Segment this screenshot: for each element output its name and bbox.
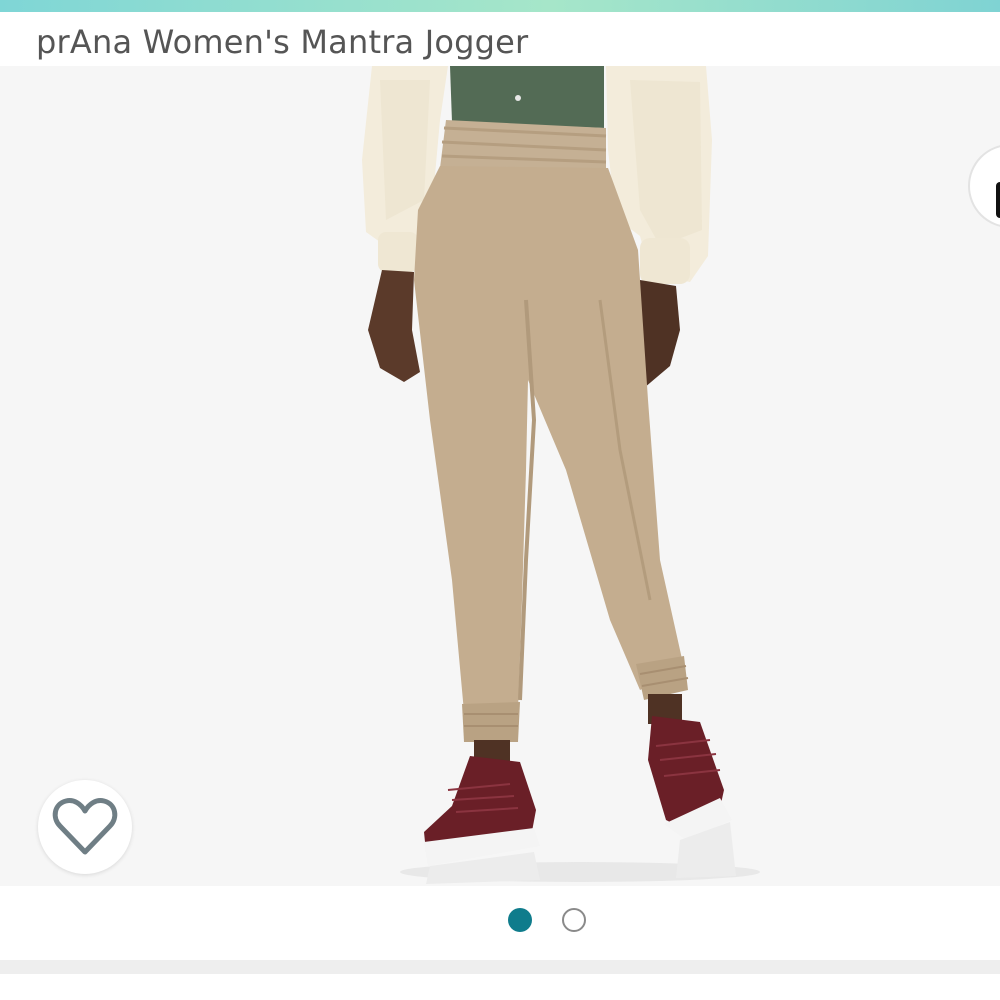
top-accent-bar [0, 0, 1000, 12]
share-icon [996, 182, 1000, 218]
product-image[interactable] [0, 66, 1000, 886]
heart-outline-icon [52, 798, 118, 855]
pager-dot-2[interactable] [562, 908, 586, 932]
image-pager [0, 886, 1000, 960]
pager-dot-1[interactable] [508, 908, 532, 932]
product-title: prAna Women's Mantra Jogger [36, 23, 529, 61]
wishlist-button[interactable] [38, 780, 132, 874]
product-image-gallery[interactable] [0, 66, 1000, 886]
section-divider [0, 960, 1000, 974]
